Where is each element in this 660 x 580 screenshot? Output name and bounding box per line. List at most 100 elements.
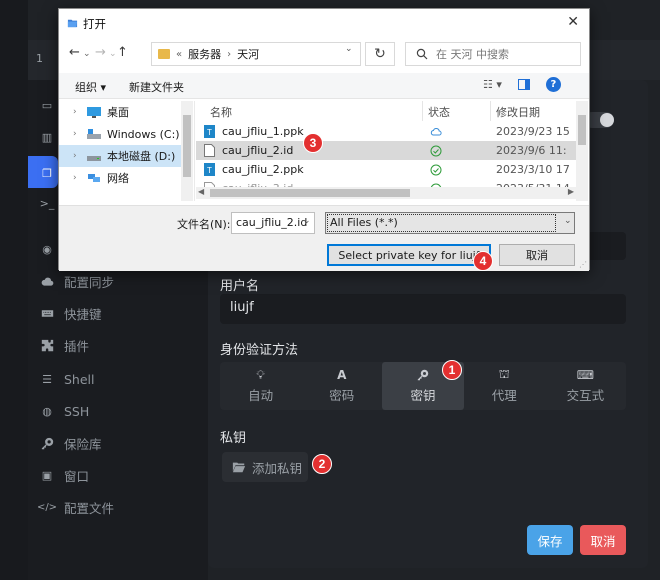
chevron-down-icon[interactable]: ⌄ bbox=[83, 49, 91, 59]
private-key-label: 私钥 bbox=[220, 431, 247, 446]
window-icon: ▣ bbox=[41, 468, 53, 482]
file-row-selected[interactable]: cau_jfliu_2.id 2023/9/6 11: bbox=[196, 141, 576, 160]
drive-icon bbox=[87, 151, 101, 162]
auth-option-agent[interactable]: ⛫ 代理 bbox=[464, 362, 545, 410]
sidebar-item-label: Shell bbox=[64, 371, 95, 387]
sidebar-item-hidden-3[interactable]: >_ bbox=[40, 190, 55, 216]
sidebar-item-vault[interactable]: 保险库 bbox=[40, 430, 102, 456]
sidebar-item-label: 窗口 bbox=[64, 468, 90, 484]
sidebar-item-ssh[interactable]: ◍ SSH bbox=[40, 398, 89, 424]
save-button[interactable]: 保存 bbox=[527, 525, 573, 555]
help-icon[interactable]: ? bbox=[545, 77, 561, 92]
step-badge-2: 2 bbox=[312, 454, 332, 474]
breadcrumb-overflow[interactable]: « bbox=[176, 49, 182, 60]
chevron-right-icon[interactable]: › bbox=[73, 129, 81, 139]
select-private-key-button[interactable]: Select private key for liujf bbox=[327, 244, 491, 266]
cancel-button[interactable]: 取消 bbox=[580, 525, 626, 555]
file-open-dialog: 打开 ✕ ← ⌄ → ⌄ ↑ « 服务器 › 天河 ⌄ ↻ 在 天河 中搜索 组… bbox=[58, 8, 590, 271]
sidebar-item-shortcuts[interactable]: 快捷键 bbox=[40, 300, 102, 326]
agent-icon: ⛫ bbox=[498, 367, 510, 381]
auth-option-interactive[interactable]: ⌨ 交互式 bbox=[545, 362, 626, 410]
sidebar-item-hidden-1[interactable]: ▭ bbox=[40, 92, 54, 118]
dialog-cancel-button[interactable]: 取消 bbox=[499, 244, 575, 266]
chevron-right-icon[interactable]: › bbox=[73, 173, 81, 183]
sidebar-item-config-sync[interactable]: 配置同步 bbox=[40, 268, 114, 294]
dialog-footer: 文件名(N): cau_jfliu_2.id ⌄ All Files (*.*)… bbox=[59, 205, 589, 271]
scroll-right-icon[interactable]: ▶ bbox=[568, 187, 574, 196]
chart-icon: ▥ bbox=[41, 130, 53, 144]
column-header-status[interactable]: 状态 bbox=[428, 104, 450, 120]
username-input[interactable]: liujf bbox=[220, 294, 626, 324]
file-name: cau_jfliu_1.ppk bbox=[222, 125, 304, 138]
back-arrow-icon[interactable]: ← bbox=[69, 45, 80, 60]
add-private-key-button[interactable]: 添加私钥 bbox=[222, 452, 308, 482]
navigation-scrollbar[interactable] bbox=[181, 101, 193, 201]
copy-icon: ❐ bbox=[42, 166, 52, 180]
dialog-titlebar: 打开 ✕ bbox=[59, 9, 589, 37]
file-name: cau_jfliu_2.id bbox=[222, 144, 294, 157]
auth-option-auto[interactable]: 💡︎ 自动 bbox=[220, 362, 301, 410]
auth-option-label: 交互式 bbox=[566, 388, 605, 403]
refresh-button[interactable]: ↻ bbox=[365, 42, 395, 66]
key-icon bbox=[40, 436, 54, 450]
auth-method-label: 身份验证方法 bbox=[220, 343, 299, 358]
view-options-icon[interactable]: ☷ ▾ bbox=[483, 78, 502, 91]
synced-check-icon bbox=[430, 164, 442, 175]
scroll-left-icon[interactable]: ◀ bbox=[198, 187, 204, 196]
up-arrow-icon[interactable]: ↑ bbox=[117, 45, 128, 60]
chevron-down-icon[interactable]: ⌄ bbox=[345, 44, 353, 54]
add-private-key-label: 添加私钥 bbox=[252, 460, 303, 476]
sidebar-item-hidden-2[interactable]: ▥ bbox=[40, 124, 54, 150]
auth-option-password[interactable]: A 密码 bbox=[301, 362, 382, 410]
step-badge-1: 1 bbox=[442, 360, 462, 380]
chevron-down-icon[interactable]: ⌄ bbox=[303, 216, 311, 226]
tree-item-network[interactable]: › 网络 bbox=[59, 167, 181, 189]
column-divider[interactable] bbox=[490, 101, 491, 121]
drive-icon bbox=[87, 128, 101, 140]
chevron-down-icon[interactable]: ⌄ bbox=[109, 49, 117, 59]
tree-item-label: 桌面 bbox=[107, 106, 129, 119]
new-folder-button[interactable]: 新建文件夹 bbox=[129, 79, 184, 95]
globe-icon: ◍ bbox=[42, 404, 52, 418]
chevron-right-icon[interactable]: › bbox=[73, 151, 81, 161]
sidebar-item-shell[interactable]: ☰ Shell bbox=[40, 366, 95, 392]
breadcrumb-item[interactable]: 服务器 bbox=[188, 46, 221, 62]
sidebar-item-plugins[interactable]: 插件 bbox=[40, 332, 89, 358]
sidebar-item-config-file[interactable]: </> 配置文件 bbox=[36, 494, 114, 520]
preview-pane-icon[interactable] bbox=[517, 79, 530, 90]
chevron-down-icon[interactable]: ⌄ bbox=[564, 216, 572, 226]
resize-grip-icon[interactable]: ⋰ bbox=[579, 260, 587, 269]
organize-menu[interactable]: 组织 ▾ bbox=[75, 79, 106, 95]
file-row[interactable]: T cau_jfliu_2.ppk 2023/3/10 17 bbox=[196, 160, 576, 179]
tree-item-local-d[interactable]: › 本地磁盘 (D:) bbox=[59, 145, 181, 167]
app-left-edge bbox=[0, 0, 28, 580]
search-input[interactable]: 在 天河 中搜索 bbox=[405, 42, 581, 66]
column-divider[interactable] bbox=[422, 101, 423, 121]
file-list-horizontal-scrollbar[interactable]: ◀ ▶ bbox=[196, 187, 576, 199]
key-icon bbox=[417, 368, 429, 382]
refresh-icon: ↻ bbox=[374, 46, 386, 62]
dialog-toolbar: 组织 ▾ 新建文件夹 ☷ ▾ ? bbox=[59, 73, 589, 99]
sidebar-item-active[interactable]: ❐ bbox=[40, 160, 54, 186]
column-header-modified[interactable]: 修改日期 bbox=[496, 104, 540, 120]
username-label: 用户名 bbox=[220, 279, 260, 294]
close-icon[interactable]: ✕ bbox=[567, 14, 579, 30]
chevron-right-icon[interactable]: › bbox=[73, 107, 81, 117]
filename-label: 文件名(N): bbox=[177, 218, 231, 231]
forward-arrow-icon[interactable]: → bbox=[95, 45, 106, 60]
sidebar-item-window[interactable]: ▣ 窗口 bbox=[40, 462, 89, 488]
tree-item-label: 本地磁盘 (D:) bbox=[107, 150, 176, 163]
code-icon: </> bbox=[36, 501, 58, 513]
sidebar-item-hidden-4[interactable]: ◉ bbox=[40, 236, 54, 262]
file-type-select[interactable]: All Files (*.*) bbox=[325, 212, 575, 234]
address-bar[interactable]: « 服务器 › 天河 bbox=[151, 42, 361, 66]
tree-item-windows-c[interactable]: › Windows (C:) bbox=[59, 123, 181, 145]
tab-number: 1 bbox=[36, 52, 43, 65]
step-badge-4: 4 bbox=[473, 251, 493, 271]
file-row[interactable]: T cau_jfliu_1.ppk 2023/9/23 15 bbox=[196, 122, 576, 141]
breadcrumb-item[interactable]: 天河 bbox=[237, 46, 259, 62]
bulb-icon: 💡︎ bbox=[256, 367, 265, 382]
column-header-name[interactable]: 名称 bbox=[210, 104, 232, 120]
tree-item-desktop[interactable]: › 桌面 bbox=[59, 101, 181, 123]
file-list-scrollbar[interactable] bbox=[576, 101, 588, 201]
